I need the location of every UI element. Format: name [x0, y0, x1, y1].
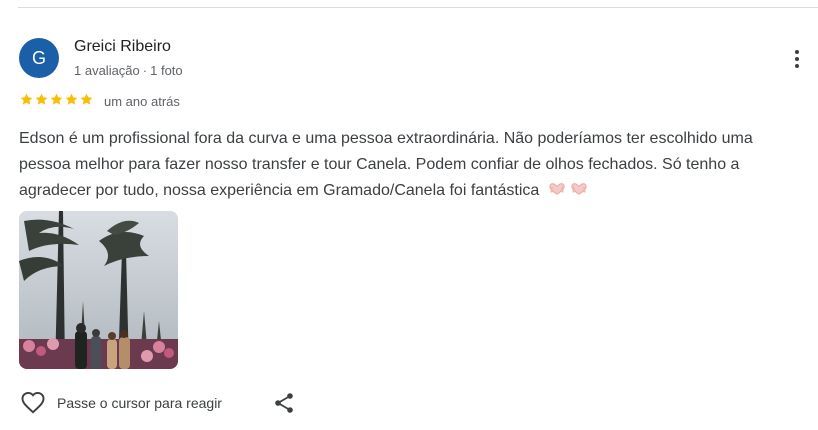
author-meta: 1 avaliação · 1 foto — [74, 63, 183, 78]
star-icon — [35, 93, 48, 105]
heart-hands-emoji — [549, 183, 565, 195]
author-name[interactable]: Greici Ribeiro — [74, 38, 171, 56]
review-count: 1 avaliação — [74, 63, 140, 78]
review-text: Edson é um profissional fora da curva e … — [19, 130, 753, 199]
heart-hands-emoji — [571, 183, 587, 195]
share-icon[interactable] — [272, 391, 296, 415]
top-divider — [18, 7, 818, 8]
react-label[interactable]: Passe o cursor para reagir — [57, 395, 222, 411]
photo-count: 1 foto — [150, 63, 183, 78]
star-icon — [80, 93, 93, 105]
star-icon — [50, 93, 63, 105]
more-options-icon[interactable] — [782, 44, 812, 74]
dot — [795, 57, 799, 61]
author-avatar[interactable]: G — [19, 38, 59, 78]
star-rating — [19, 92, 94, 107]
review-text-block: Edson é um profissional fora da curva e … — [19, 126, 799, 204]
review-time: um ano atrás — [104, 94, 180, 109]
review-photo[interactable] — [19, 211, 178, 369]
photo-image — [19, 211, 178, 369]
dot — [795, 64, 799, 68]
meta-separator: · — [142, 63, 148, 78]
dot — [795, 50, 799, 54]
heart-outline-icon[interactable] — [20, 390, 46, 416]
star-icon — [65, 93, 78, 105]
star-icon — [20, 93, 33, 105]
